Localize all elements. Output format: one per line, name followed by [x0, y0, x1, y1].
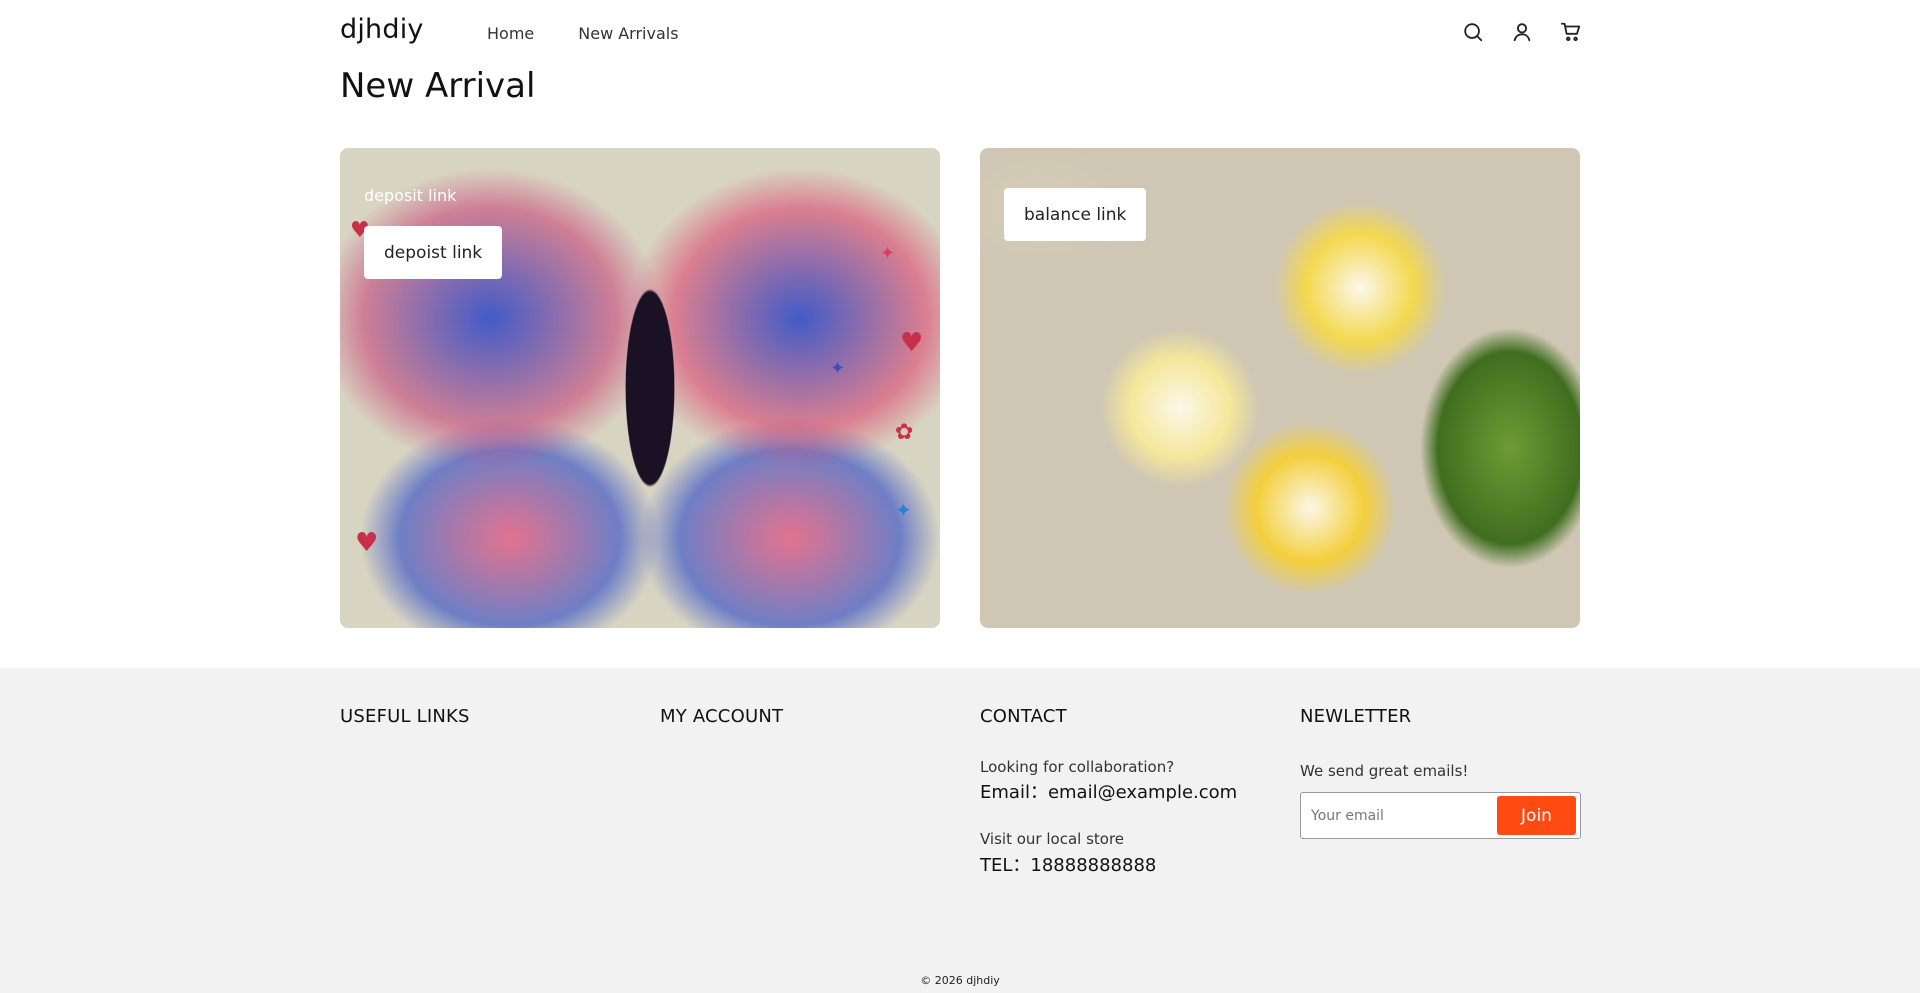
page-title: New Arrival — [340, 66, 536, 106]
main-nav: Home New Arrivals — [487, 24, 679, 43]
footer-my-account-title: MY ACCOUNT — [660, 706, 784, 727]
contact-email[interactable]: Email：email@example.com — [980, 778, 1237, 804]
balance-link-button[interactable]: balance link — [1004, 188, 1147, 241]
nav-new-arrivals[interactable]: New Arrivals — [578, 24, 678, 43]
account-icon[interactable] — [1511, 21, 1533, 43]
contact-tel[interactable]: TEL：18888888888 — [980, 851, 1156, 877]
product-card-flowers[interactable]: balance link — [980, 148, 1580, 628]
deposit-link-button[interactable]: depoist link — [364, 226, 503, 279]
product-card-butterfly[interactable]: ♥ ♥ ✿ ♥ ✦ ✦ ✦ deposit link depoist link — [340, 148, 940, 628]
header-icons — [1462, 21, 1582, 43]
newsletter-email-input[interactable] — [1311, 801, 1491, 831]
search-icon[interactable] — [1462, 21, 1484, 43]
newsletter-form: Join — [1300, 792, 1581, 839]
cart-icon[interactable] — [1560, 21, 1582, 43]
copyright-text: © 2026 djhdiy — [920, 974, 1000, 987]
site-header: djhdiy Home New Arrivals — [0, 0, 1920, 66]
newsletter-text: We send great emails! — [1300, 762, 1469, 780]
deposit-overlay-text: deposit link — [364, 186, 457, 205]
footer-useful-links-title: USEFUL LINKS — [340, 706, 470, 727]
nav-home[interactable]: Home — [487, 24, 534, 43]
footer-newsletter-title: NEWLETTER — [1300, 706, 1412, 727]
contact-store-label: Visit our local store — [980, 830, 1125, 848]
contact-collab-label: Looking for collaboration? — [980, 758, 1175, 776]
site-footer: USEFUL LINKS MY ACCOUNT CONTACT NEWLETTE… — [0, 668, 1920, 993]
site-logo[interactable]: djhdiy — [340, 14, 424, 45]
newsletter-join-button[interactable]: Join — [1497, 796, 1576, 835]
footer-contact-title: CONTACT — [980, 706, 1067, 727]
